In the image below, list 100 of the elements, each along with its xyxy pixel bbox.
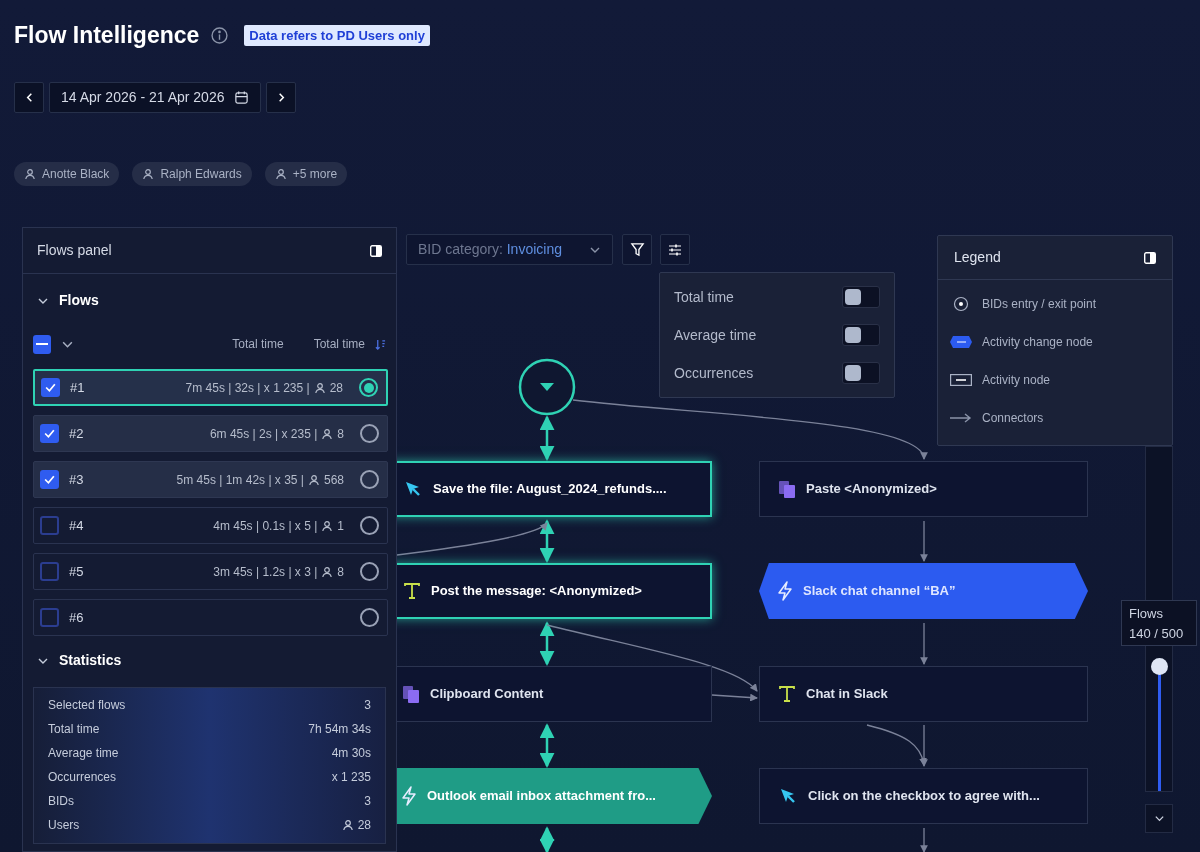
settings-button[interactable] [660, 234, 690, 265]
stat-value: 3 [364, 792, 371, 810]
user-icon [321, 565, 334, 578]
connector [539, 415, 555, 461]
tooltip-reading: 140 / 500 [1129, 624, 1185, 643]
user-icon [274, 168, 287, 180]
legend-title: Legend [954, 248, 1001, 267]
panel-toggle-icon[interactable] [1144, 251, 1156, 264]
date-range-field[interactable]: 14 Apr 2026 - 21 Apr 2026 [49, 82, 261, 113]
chevron-down-icon [1153, 813, 1165, 824]
sort-icon[interactable] [375, 338, 386, 350]
stat-value: x 1 235 [331, 768, 371, 786]
flow-radio[interactable] [360, 424, 379, 443]
stat-label: Occurrences [48, 768, 117, 786]
activity-node[interactable]: Chat in Slack [759, 666, 1088, 722]
user-icon [24, 168, 36, 180]
stat-label: Users [48, 816, 80, 834]
info-icon[interactable] [211, 26, 229, 44]
flow-row[interactable]: #2 6m 45s | 2s | x 235 | 8 [33, 415, 388, 452]
flow-radio[interactable] [360, 516, 379, 535]
column-header[interactable]: Total time [313, 335, 365, 353]
arrow-icon [950, 411, 972, 424]
legend-label: BIDs entry / exit point [982, 295, 1097, 313]
flow-row[interactable]: #6 [33, 599, 388, 636]
panel-toggle-icon[interactable] [370, 244, 382, 257]
entry-point-node[interactable] [518, 358, 576, 416]
next-button[interactable] [266, 82, 296, 113]
lightning-icon [401, 786, 417, 806]
activity-node[interactable]: Clipboard Content [397, 666, 712, 722]
stat-label: BIDs [48, 792, 74, 810]
flow-label: #3 [69, 470, 84, 489]
filter-button[interactable] [622, 234, 652, 265]
legend-label: Activity change node [982, 333, 1093, 351]
flow-checkbox[interactable] [40, 608, 59, 627]
flow-stats: 4m 45s | 0.1s | x 5 | [213, 517, 318, 535]
user-count: 568 [323, 471, 344, 489]
stat-label: Average time [48, 744, 119, 762]
flow-stats: 5m 45s | 1m 42s | x 35 | [176, 471, 304, 489]
flow-label: #1 [70, 378, 85, 397]
flow-checkbox[interactable] [40, 424, 59, 443]
toggle-switch[interactable] [842, 286, 880, 308]
metric-label: Occurrences [674, 363, 754, 383]
user-icon [313, 381, 326, 394]
previous-button[interactable] [14, 82, 44, 113]
connector [920, 622, 928, 665]
flow-radio[interactable] [360, 562, 379, 581]
panel-title: Flows panel [37, 241, 112, 260]
toggle-switch[interactable] [842, 362, 880, 384]
flow-row[interactable]: #1 7m 45s | 32s | x 1 235 | 28 [33, 369, 388, 406]
section-toggle[interactable]: Statistics [37, 650, 122, 671]
user-chip[interactable]: Anotte Black [14, 162, 120, 186]
data-scope-badge: Data refers to PD Users only [244, 24, 430, 46]
flow-row[interactable]: #4 4m 45s | 0.1s | x 5 | 1 [33, 507, 388, 544]
category-dropdown[interactable]: BID category: Invoicing [406, 234, 613, 265]
activity-node[interactable]: Paste <Anonymized> [759, 461, 1088, 517]
clipboard-icon [402, 684, 420, 704]
stat-value: 28 [357, 816, 371, 834]
check-icon [43, 427, 56, 440]
activity-node[interactable]: Post the message: <Anonymized> [397, 563, 712, 619]
flow-checkbox[interactable] [40, 516, 59, 535]
user-icon [142, 168, 155, 180]
flow-stats: 6m 45s | 2s | x 235 | [209, 425, 318, 443]
user-icon [341, 818, 354, 831]
flow-radio[interactable] [360, 470, 379, 489]
text-icon [403, 582, 421, 600]
flow-radio[interactable] [359, 378, 378, 397]
user-count: 8 [337, 425, 344, 443]
activity-change-node[interactable]: Slack chat channel “BA” [759, 563, 1088, 619]
connector [920, 827, 928, 852]
flow-stats: 3m 45s | 1.2s | x 3 | [213, 563, 318, 581]
toggle-switch[interactable] [842, 324, 880, 346]
user-chip[interactable]: +5 more [264, 162, 348, 186]
page-title: Flow Intelligence [14, 21, 200, 50]
user-icon [321, 519, 334, 532]
user-count: 28 [329, 379, 343, 397]
user-count: 1 [337, 517, 344, 535]
column-header[interactable]: Total time [232, 335, 284, 353]
slider-thumb[interactable] [1151, 658, 1168, 676]
select-all-checkbox[interactable] [33, 334, 51, 354]
stat-label: Selected flows [48, 696, 126, 714]
activity-change-icon [950, 335, 972, 348]
section-toggle[interactable]: Flows [37, 290, 99, 311]
flow-checkbox[interactable] [41, 378, 60, 397]
flow-checkbox[interactable] [40, 562, 59, 581]
flow-label: #4 [69, 516, 84, 535]
user-chip[interactable]: Ralph Edwards [132, 162, 252, 186]
activity-node[interactable]: Click on the checkbox to agree with... [759, 768, 1088, 824]
connector [920, 520, 928, 562]
activity-node[interactable]: Save the file: August_2024_refunds.... [397, 461, 712, 517]
clipboard-icon [778, 479, 796, 499]
flow-checkbox[interactable] [40, 470, 59, 489]
flow-label: #5 [69, 562, 84, 581]
flow-radio[interactable] [360, 608, 379, 627]
metric-label: Total time [674, 287, 734, 307]
filter-icon [629, 242, 645, 257]
stat-label: Total time [48, 720, 100, 738]
flow-row[interactable]: #3 5m 45s | 1m 42s | x 35 | 568 [33, 461, 388, 498]
stat-value: 3 [364, 696, 371, 714]
flow-row[interactable]: #5 3m 45s | 1.2s | x 3 | 8 [33, 553, 388, 590]
connector [539, 826, 555, 852]
